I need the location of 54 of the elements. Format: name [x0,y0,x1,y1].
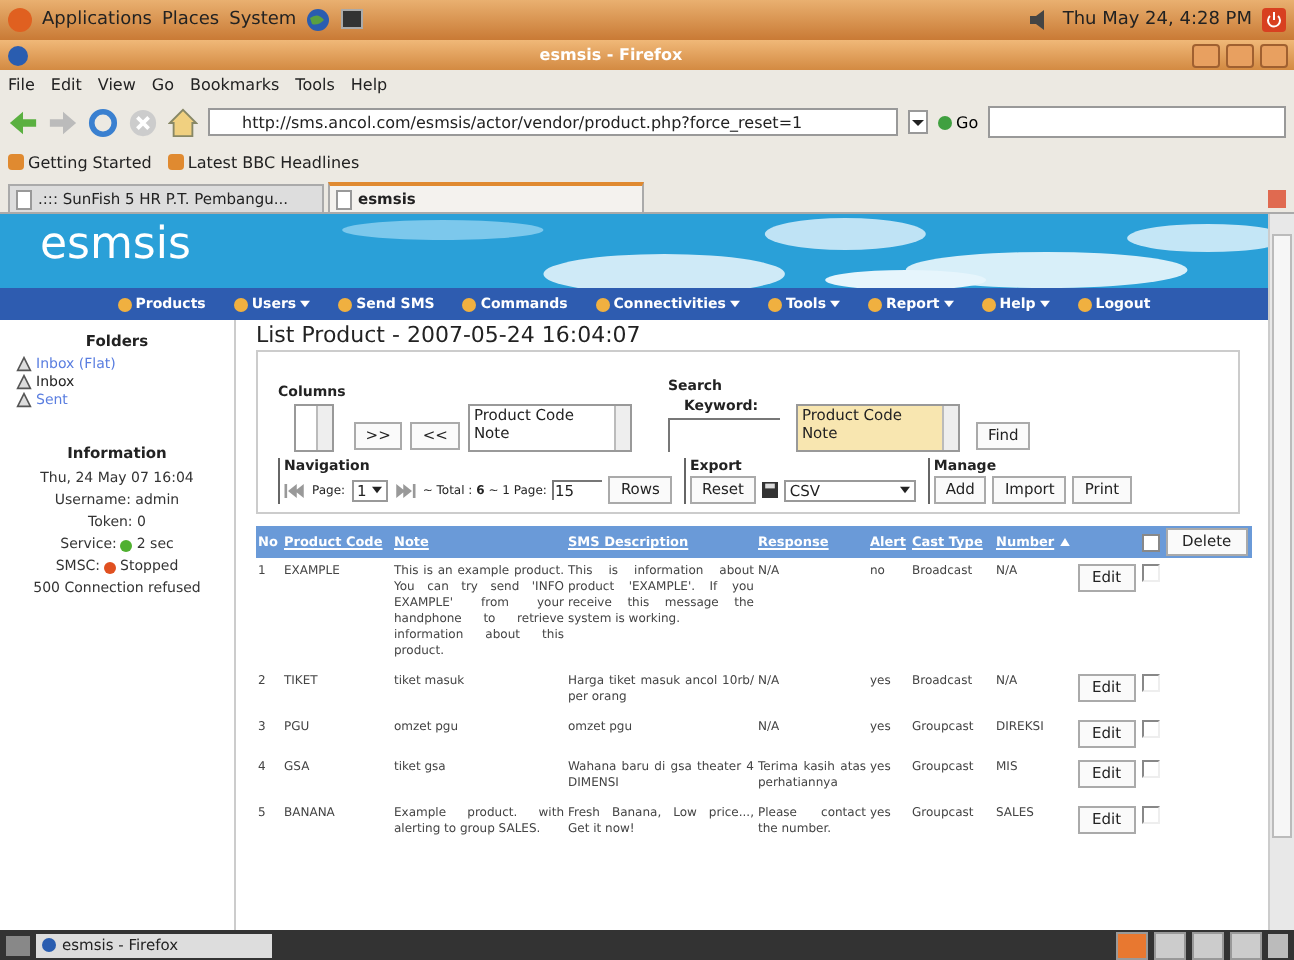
scrollbar[interactable] [1268,214,1294,930]
columns-list[interactable] [294,404,334,452]
workspace-button[interactable] [1192,931,1224,959]
page-title: List Product - 2007-05-24 16:04:07 [256,322,643,350]
row-checkbox[interactable] [1142,760,1160,778]
minimize-button[interactable] [1192,43,1220,67]
reload-icon[interactable] [88,107,118,137]
caret-icon [300,300,311,308]
bookmark-link[interactable]: Getting Started [8,153,152,171]
select-all-checkbox[interactable] [1142,533,1160,551]
menu-item[interactable]: Help [350,76,388,94]
first-page-icon[interactable] [284,483,306,497]
globe-icon [6,43,30,67]
caret-icon [899,486,910,494]
power-icon[interactable] [1262,8,1286,32]
menu-item[interactable]: Bookmarks [189,76,280,94]
caret-icon [943,300,954,308]
menu-item[interactable]: File [8,76,35,94]
row-checkbox[interactable] [1142,806,1160,824]
show-desktop-icon[interactable] [6,935,30,955]
globe-icon[interactable] [306,8,331,32]
workspace-button[interactable] [1154,931,1186,959]
row-checkbox[interactable] [1142,720,1160,738]
dropdown-button[interactable] [908,110,928,134]
bookmark-link[interactable]: Latest BBC Headlines [167,153,360,171]
workspace-button[interactable] [1116,931,1148,959]
workspace-button[interactable] [1230,931,1262,959]
window-title: esmsis - Firefox [537,46,685,64]
home-icon[interactable] [168,107,198,137]
back-icon[interactable] [8,107,38,137]
row-checkbox[interactable] [1142,564,1160,582]
clock[interactable]: Thu May 24, 4:28 PM [1062,10,1252,30]
menu-item[interactable]: Tools [295,76,335,94]
caret-icon [829,300,840,308]
menu-item[interactable]: View [97,76,136,94]
menu-item[interactable]: Edit [50,76,82,94]
terminal-icon[interactable] [340,8,365,32]
panel-menu[interactable]: System [229,10,297,30]
search-field[interactable] [988,106,1286,138]
caret-icon [729,300,740,308]
url-field[interactable]: http://sms.ancol.com/esmsis/actor/vendor/product.php?force_reset=1 [208,108,898,136]
save-icon[interactable] [761,482,778,498]
caret-icon [372,486,383,494]
go-button[interactable]: Go [938,113,979,131]
keyword-field[interactable] [667,418,780,452]
last-page-icon[interactable] [394,483,417,497]
caret-icon [1039,300,1050,308]
maximize-button[interactable] [1226,43,1254,67]
trash-icon[interactable] [1268,933,1288,957]
menu-item[interactable]: Go [151,76,174,94]
panel-menu[interactable]: Applications [42,10,152,30]
panel-menu[interactable]: Places [161,10,220,30]
row-checkbox[interactable] [1142,674,1160,692]
close-button[interactable] [1260,43,1288,67]
